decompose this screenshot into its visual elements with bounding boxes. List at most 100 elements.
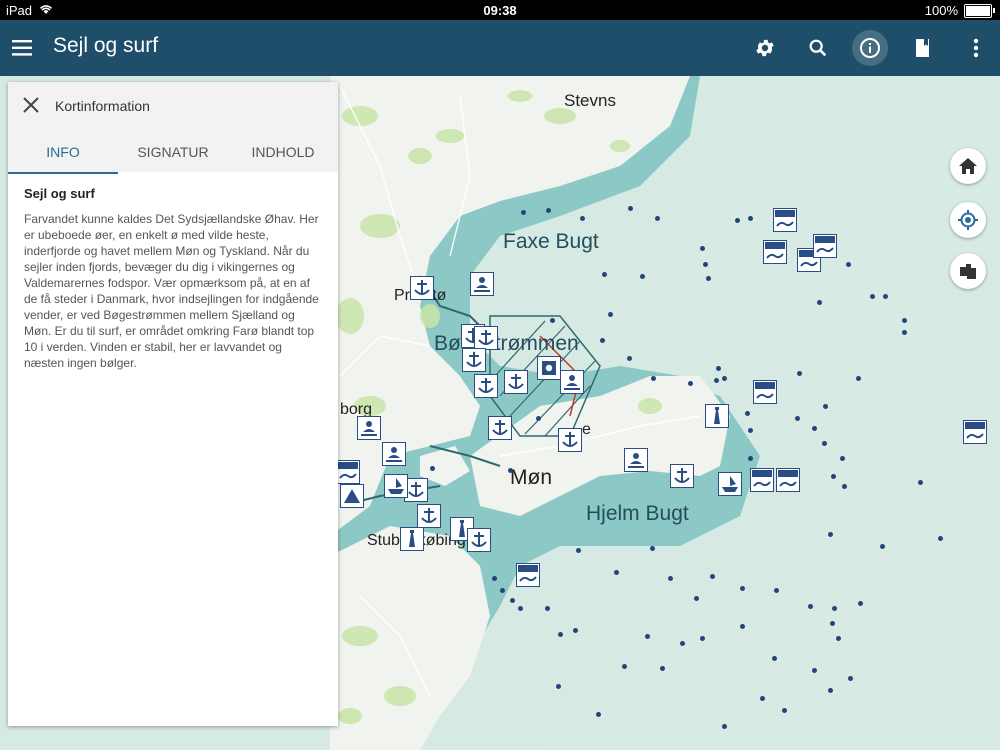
- beach-icon[interactable]: [382, 442, 406, 466]
- harbour-icon[interactable]: [462, 348, 486, 372]
- depth-point: [622, 664, 627, 669]
- depth-point: [870, 294, 875, 299]
- depth-point: [858, 601, 863, 606]
- clock: 09:38: [483, 3, 517, 18]
- depth-point: [795, 416, 800, 421]
- content-heading: Sejl og surf: [24, 186, 95, 201]
- depth-point: [640, 274, 645, 279]
- depth-point: [710, 574, 715, 579]
- depth-point: [602, 272, 607, 277]
- harbour-icon[interactable]: [417, 504, 441, 528]
- tab-signatur[interactable]: SIGNATUR: [118, 134, 228, 172]
- gear-icon[interactable]: [747, 30, 783, 66]
- depth-point: [823, 404, 828, 409]
- harbour-icon[interactable]: [558, 428, 582, 452]
- tab-indhold[interactable]: INDHOLD: [228, 134, 338, 172]
- lighthouse-icon[interactable]: [400, 527, 424, 551]
- harbour-icon[interactable]: [488, 416, 512, 440]
- depth-point: [628, 206, 633, 211]
- beach-icon[interactable]: [560, 370, 584, 394]
- beach-icon[interactable]: [624, 448, 648, 472]
- attraction-icon[interactable]: [537, 356, 561, 380]
- boat-icon[interactable]: [384, 474, 408, 498]
- depth-point: [735, 218, 740, 223]
- depth-point: [430, 466, 435, 471]
- surf-marker-icon[interactable]: [753, 380, 777, 404]
- depth-point: [573, 628, 578, 633]
- place-label-mon: Møn: [510, 466, 552, 489]
- battery-percent: 100%: [924, 3, 958, 18]
- depth-point: [760, 696, 765, 701]
- status-bar: iPad 09:38 100%: [0, 0, 1000, 20]
- depth-point: [880, 544, 885, 549]
- depth-point: [688, 381, 693, 386]
- menu-icon[interactable]: [12, 34, 36, 62]
- surf-marker-icon[interactable]: [750, 468, 774, 492]
- depth-point: [774, 588, 779, 593]
- depth-point: [660, 666, 665, 671]
- map-info-panel: Kortinformation INFO SIGNATUR INDHOLD Se…: [8, 82, 338, 726]
- info-icon[interactable]: [852, 30, 888, 66]
- harbour-icon[interactable]: [410, 276, 434, 300]
- battery-icon: [964, 3, 995, 18]
- depth-point: [655, 216, 660, 221]
- harbour-icon[interactable]: [467, 528, 491, 552]
- depth-point: [812, 426, 817, 431]
- depth-point: [856, 376, 861, 381]
- surf-marker-icon[interactable]: [963, 420, 987, 444]
- depth-point: [556, 684, 561, 689]
- close-icon[interactable]: [22, 96, 42, 116]
- surf-marker-icon[interactable]: [776, 468, 800, 492]
- depth-point: [797, 371, 802, 376]
- depth-point: [700, 246, 705, 251]
- surf-marker-icon[interactable]: [336, 460, 360, 484]
- harbour-icon[interactable]: [670, 464, 694, 488]
- harbour-icon[interactable]: [474, 374, 498, 398]
- depth-point: [714, 378, 719, 383]
- surf-marker-icon[interactable]: [516, 563, 540, 587]
- camping-icon[interactable]: [340, 484, 364, 508]
- depth-point: [550, 318, 555, 323]
- layers-icon[interactable]: [950, 253, 986, 289]
- depth-point: [836, 636, 841, 641]
- surf-marker-icon[interactable]: [813, 234, 837, 258]
- depth-point: [580, 216, 585, 221]
- search-icon[interactable]: [800, 30, 836, 66]
- tab-info[interactable]: INFO: [8, 134, 118, 174]
- depth-point: [608, 312, 613, 317]
- place-label-stevns: Stevns: [564, 91, 616, 110]
- more-vert-icon[interactable]: [958, 30, 994, 66]
- depth-point: [782, 708, 787, 713]
- depth-point: [748, 456, 753, 461]
- depth-point: [536, 416, 541, 421]
- lighthouse-icon[interactable]: [705, 404, 729, 428]
- harbour-icon[interactable]: [504, 370, 528, 394]
- place-label-bogestrommen: Bøgestrømmen: [434, 332, 579, 355]
- depth-point: [492, 576, 497, 581]
- surf-marker-icon[interactable]: [763, 240, 787, 264]
- surf-marker-icon[interactable]: [773, 208, 797, 232]
- my-location-icon[interactable]: [950, 202, 986, 238]
- depth-point: [668, 576, 673, 581]
- depth-point: [902, 330, 907, 335]
- depth-point: [772, 656, 777, 661]
- depth-point: [706, 276, 711, 281]
- home-icon[interactable]: [950, 148, 986, 184]
- depth-point: [694, 596, 699, 601]
- depth-point: [546, 208, 551, 213]
- harbour-icon[interactable]: [474, 326, 498, 350]
- panel-tabs: INFO SIGNATUR INDHOLD: [8, 134, 338, 174]
- beach-icon[interactable]: [470, 272, 494, 296]
- depth-point: [748, 428, 753, 433]
- depth-point: [700, 636, 705, 641]
- beach-icon[interactable]: [357, 416, 381, 440]
- boat-icon[interactable]: [718, 472, 742, 496]
- book-icon[interactable]: [905, 30, 941, 66]
- depth-point: [740, 586, 745, 591]
- depth-point: [510, 598, 515, 603]
- depth-point: [627, 356, 632, 361]
- depth-point: [596, 712, 601, 717]
- content-body: Farvandet kunne kaldes Det Sydsjællandsk…: [24, 212, 319, 370]
- depth-point: [831, 474, 836, 479]
- depth-point: [817, 300, 822, 305]
